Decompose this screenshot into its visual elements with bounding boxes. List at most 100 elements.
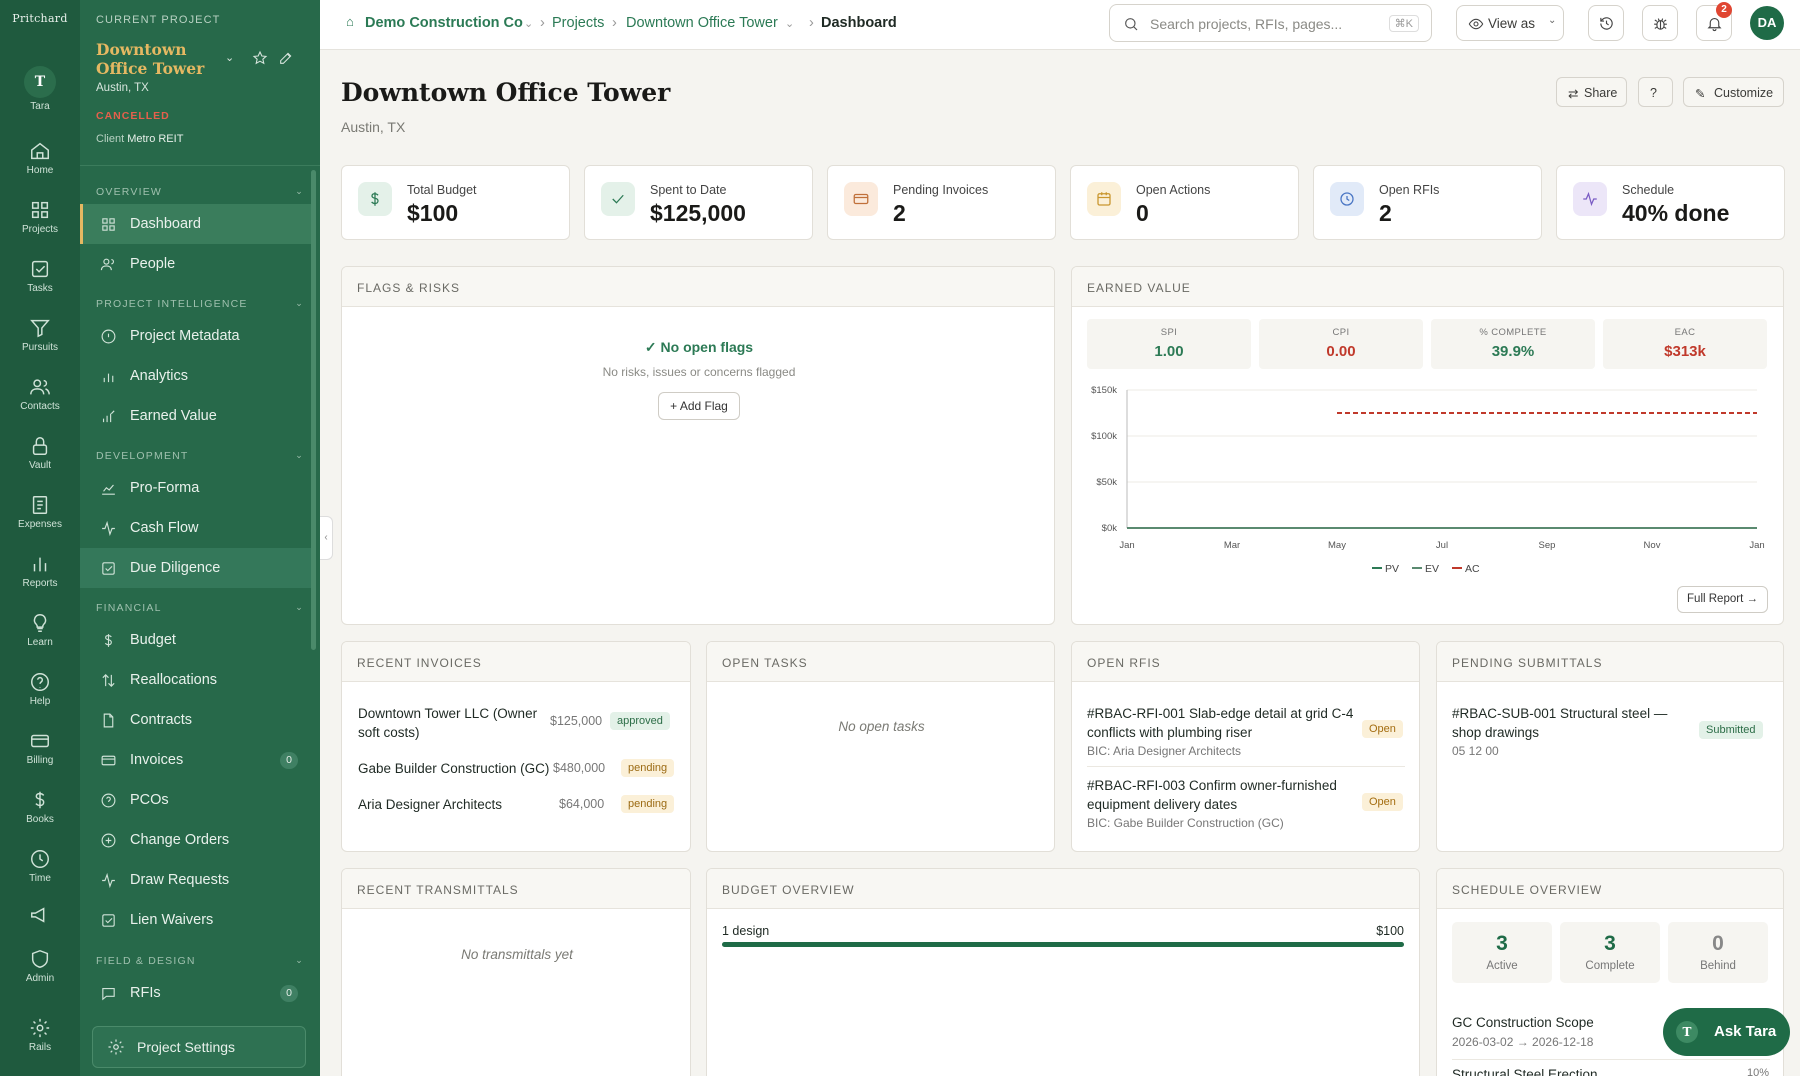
clock-icon xyxy=(1330,182,1364,216)
chevron-down-icon: ⌄ xyxy=(295,955,304,965)
ev-metric-spi: SPI 1.00 xyxy=(1087,319,1251,369)
rail-item-pursuits[interactable]: Pursuits xyxy=(0,317,80,353)
invoice-amount: $125,000 xyxy=(550,714,603,728)
chevron-down-icon[interactable]: ⌄ xyxy=(225,51,241,67)
invoice-name[interactable]: Aria Designer Architects xyxy=(358,797,502,812)
card-title: FLAGS & RISKS xyxy=(342,267,1054,307)
history-button[interactable] xyxy=(1588,5,1624,41)
kpi-total-budget[interactable]: Total Budget $100 xyxy=(341,165,570,240)
nav-pro-forma[interactable]: Pro-Forma xyxy=(80,468,316,508)
breadcrumb-project[interactable]: Downtown Office Tower xyxy=(626,15,778,31)
user-avatar[interactable]: DA xyxy=(1750,6,1784,40)
breadcrumb-separator: › xyxy=(809,15,814,31)
nav-change-orders[interactable]: Change Orders xyxy=(80,820,316,860)
rail-item-expenses[interactable]: Expenses xyxy=(0,494,80,530)
schedule-stat-complete: 3 Complete xyxy=(1560,922,1660,983)
kpi-pending-invoices[interactable]: Pending Invoices 2 xyxy=(827,165,1056,240)
breadcrumb-company[interactable]: Demo Construction Co xyxy=(365,15,523,31)
rail-item-time[interactable]: Time xyxy=(0,848,80,884)
nav-lien-waivers[interactable]: Lien Waivers xyxy=(80,900,316,940)
rail-item-tara[interactable]: T Tara xyxy=(0,66,80,112)
nav-invoices[interactable]: Invoices 0 xyxy=(80,740,316,780)
nav-draw-requests[interactable]: Draw Requests xyxy=(80,860,316,900)
kpi-schedule[interactable]: Schedule 40% done xyxy=(1556,165,1785,240)
divider xyxy=(80,165,320,166)
ask-tara-button[interactable]: T Ask Tara xyxy=(1663,1008,1790,1056)
submittal-title[interactable]: #RBAC-SUB-001 Structural steel — shop dr… xyxy=(1452,704,1682,742)
nav-project-metadata[interactable]: Project Metadata xyxy=(80,316,316,356)
nav-label: RFIs xyxy=(130,985,161,1001)
help-button[interactable]: ? xyxy=(1638,77,1673,107)
kpi-value: 0 xyxy=(1136,200,1149,226)
schedule-item-name[interactable]: Structural Steel Erection xyxy=(1452,1067,1598,1076)
nav-reallocations[interactable]: Reallocations xyxy=(80,660,316,700)
schedule-item-name[interactable]: GC Construction Scope xyxy=(1452,1015,1594,1030)
search-input[interactable]: Search projects, RFIs, pages... ⌘K xyxy=(1109,4,1432,42)
rail-item-learn[interactable]: Learn xyxy=(0,612,80,648)
share-button[interactable]: ⇄ Share xyxy=(1556,77,1627,107)
rfi-title[interactable]: #RBAC-RFI-001 Slab-edge detail at grid C… xyxy=(1087,704,1357,742)
rail-item-projects[interactable]: Projects xyxy=(0,199,80,235)
rail-item-billing[interactable]: Billing xyxy=(0,730,80,766)
schedule-item-pct: 10% xyxy=(1747,1067,1770,1076)
stat-label: Behind xyxy=(1700,960,1736,972)
rail-item-rails[interactable]: Rails xyxy=(0,1017,80,1053)
rail-item-tasks[interactable]: Tasks xyxy=(0,258,80,294)
bug-report-button[interactable] xyxy=(1642,5,1678,41)
rfi-bic: BIC: Gabe Builder Construction (GC) xyxy=(1087,816,1284,830)
nav-cash-flow[interactable]: Cash Flow xyxy=(80,508,316,548)
customize-button[interactable]: ✎ Customize xyxy=(1683,77,1784,107)
edit-icon[interactable] xyxy=(278,50,294,66)
rail-item-admin[interactable]: Admin xyxy=(0,948,80,984)
breadcrumb-projects[interactable]: Projects xyxy=(552,15,604,31)
project-settings-button[interactable]: Project Settings xyxy=(92,1026,306,1068)
rail-item-announcements[interactable] xyxy=(0,904,80,929)
section-intelligence[interactable]: PROJECT INTELLIGENCE ⌄ xyxy=(96,298,304,310)
nav-analytics[interactable]: Analytics xyxy=(80,356,316,396)
add-flag-button[interactable]: + Add Flag xyxy=(658,392,740,420)
metric-value: 0.00 xyxy=(1326,343,1356,360)
x-tick-label: Jan xyxy=(1119,540,1134,551)
rail-item-vault[interactable]: Vault xyxy=(0,435,80,471)
star-icon[interactable] xyxy=(252,50,268,66)
nav-dashboard[interactable]: Dashboard xyxy=(80,204,316,244)
nav-rfis[interactable]: RFIs 0 xyxy=(80,973,316,1013)
rail-item-contacts[interactable]: Contacts xyxy=(0,376,80,412)
rfi-title[interactable]: #RBAC-RFI-003 Confirm owner-furnished eq… xyxy=(1087,776,1357,814)
swap-icon xyxy=(100,672,117,689)
nav-due-diligence[interactable]: Due Diligence xyxy=(80,548,316,588)
section-development[interactable]: DEVELOPMENT ⌄ xyxy=(96,450,304,462)
dollar-icon xyxy=(358,182,392,216)
nav-scrollbar[interactable] xyxy=(311,170,316,650)
kpi-open-rfis[interactable]: Open RFIs 2 xyxy=(1313,165,1542,240)
section-field-design[interactable]: FIELD & DESIGN ⌄ xyxy=(96,955,304,967)
nav-earned-value[interactable]: Earned Value xyxy=(80,396,316,436)
clock-icon xyxy=(29,848,51,870)
rail-item-home[interactable]: Home xyxy=(0,140,80,176)
nav-pcos[interactable]: PCOs xyxy=(80,780,316,820)
nav-contracts[interactable]: Contracts xyxy=(80,700,316,740)
nav-budget[interactable]: Budget xyxy=(80,620,316,660)
rail-item-help[interactable]: Help xyxy=(0,671,80,707)
rail-item-reports[interactable]: Reports xyxy=(0,553,80,589)
nav-people[interactable]: People xyxy=(80,244,316,284)
section-financial[interactable]: FINANCIAL ⌄ xyxy=(96,602,304,614)
chevron-down-icon[interactable]: ⌄ xyxy=(524,17,533,30)
chevron-down-icon[interactable]: ⌄ xyxy=(785,17,794,30)
x-tick-label: May xyxy=(1328,540,1346,551)
x-tick-label: Jan xyxy=(1749,540,1764,551)
kpi-spent-to-date[interactable]: Spent to Date $125,000 xyxy=(584,165,813,240)
chevron-down-icon: ⌄ xyxy=(295,450,304,460)
receipt-icon xyxy=(29,494,51,516)
view-as-dropdown[interactable]: View as ⌄ xyxy=(1456,5,1564,41)
collapse-sidebar-button[interactable]: ‹ xyxy=(320,516,333,560)
invoice-name[interactable]: Downtown Tower LLC (Owner soft costs) xyxy=(358,704,538,742)
project-name[interactable]: Downtown Office Tower xyxy=(96,40,226,78)
full-report-button[interactable]: Full Report → xyxy=(1677,586,1768,613)
kpi-open-actions[interactable]: Open Actions 0 xyxy=(1070,165,1299,240)
app-logo[interactable]: Pritchard xyxy=(0,12,80,25)
rail-item-books[interactable]: Books xyxy=(0,789,80,825)
section-overview[interactable]: OVERVIEW ⌄ xyxy=(96,186,304,198)
invoice-name[interactable]: Gabe Builder Construction (GC) xyxy=(358,761,549,776)
lightbulb-icon xyxy=(29,612,51,634)
